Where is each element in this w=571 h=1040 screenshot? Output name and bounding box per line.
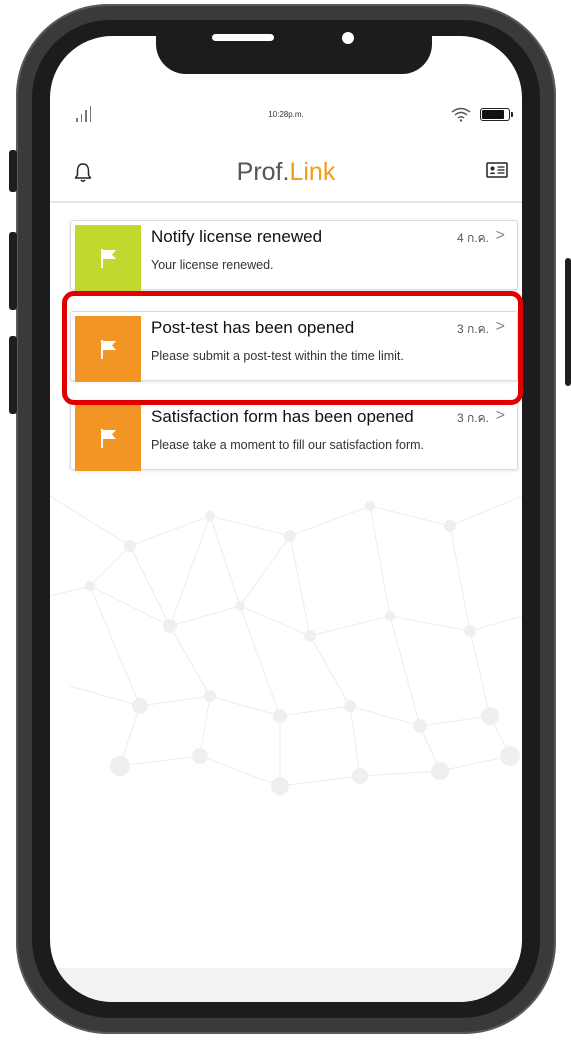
- phone-screen: 10:28p.m. Prof.Link Notify license renew…: [50, 36, 522, 1002]
- front-camera: [342, 32, 354, 44]
- speaker: [212, 34, 274, 41]
- battery-icon: [480, 108, 513, 121]
- notification-card-license-renewed[interactable]: Notify license renewed Your license rene…: [70, 220, 518, 291]
- notch: [156, 36, 432, 74]
- flag-icon: [101, 429, 116, 448]
- wifi-icon: [451, 107, 471, 122]
- app-header: Prof.Link: [50, 148, 522, 208]
- flag-icon: [101, 249, 116, 268]
- network-background: [50, 495, 522, 795]
- status-bar: 10:28p.m.: [50, 104, 522, 126]
- highlight-box: [62, 291, 523, 405]
- app-title: Prof.Link: [50, 158, 522, 187]
- side-button-mute: [9, 150, 17, 192]
- side-button-power: [565, 258, 571, 386]
- header-divider: [50, 201, 522, 203]
- notification-title: Satisfaction form has been opened: [151, 407, 414, 426]
- notification-date: 3 ก.ค.: [457, 411, 489, 425]
- chevron-right-icon: >: [495, 227, 505, 244]
- flag-block: [75, 225, 141, 291]
- notification-body: Your license renewed.: [151, 258, 274, 272]
- flag-block: [75, 405, 141, 471]
- notification-title: Notify license renewed: [151, 227, 323, 246]
- notification-card-satisfaction-form[interactable]: Satisfaction form has been opened Please…: [70, 400, 518, 471]
- chevron-right-icon: >: [495, 407, 505, 424]
- app-title-accent: Link: [289, 158, 336, 186]
- screen-bottom-bar: [50, 968, 522, 1002]
- id-card-icon[interactable]: [486, 162, 508, 178]
- side-button-volume-down: [9, 336, 17, 414]
- app-title-main: Prof.: [236, 158, 290, 186]
- notification-body: Please take a moment to fill our satisfa…: [151, 438, 425, 452]
- side-button-volume-up: [9, 232, 17, 310]
- notification-date: 4 ก.ค.: [457, 231, 489, 245]
